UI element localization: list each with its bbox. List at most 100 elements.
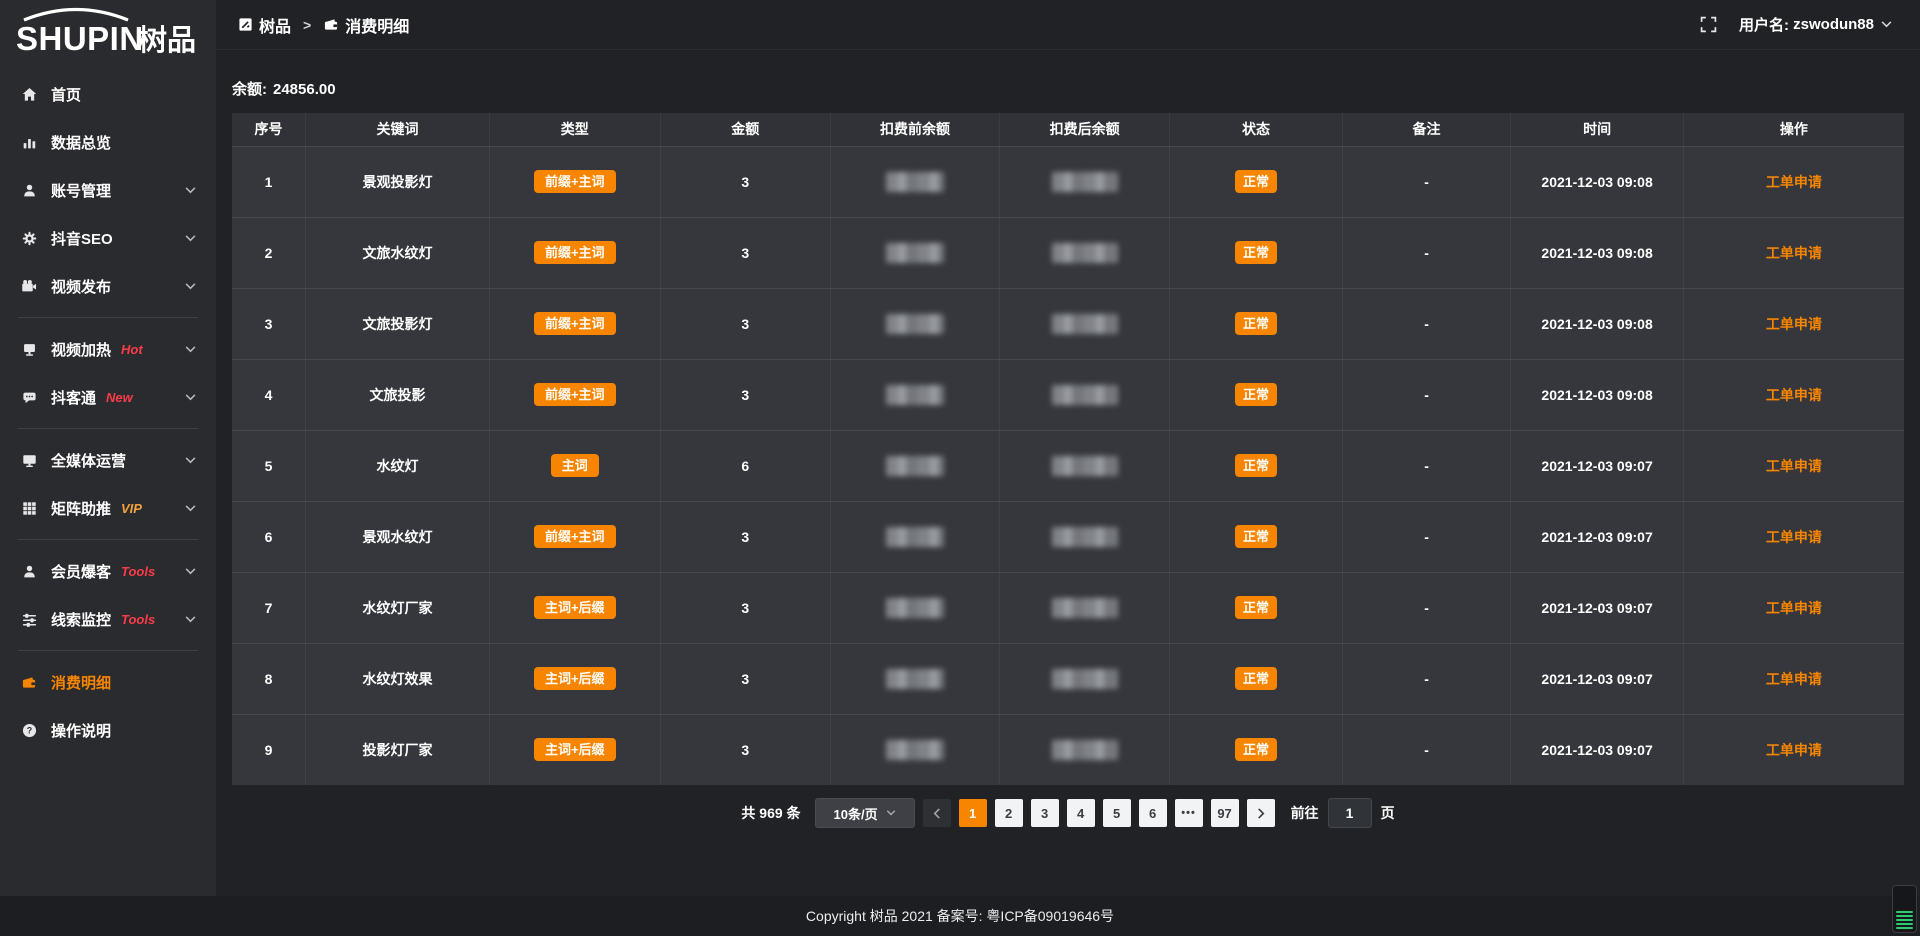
sidebar-item-home[interactable]: 首页 — [0, 70, 216, 118]
username-value: zswodun88 — [1793, 16, 1874, 33]
balance-label: 余额: — [232, 81, 267, 98]
type-badge: 主词 — [551, 454, 599, 477]
sidebar-item-label: 操作说明 — [51, 720, 111, 741]
cell-keyword: 文旅投影 — [306, 359, 490, 430]
cell-index: 7 — [232, 572, 306, 643]
cell-status: 正常 — [1170, 359, 1342, 430]
sidebar-item-account-manage[interactable]: 账号管理 — [0, 166, 216, 214]
work-order-link[interactable]: 工单申请 — [1766, 600, 1822, 616]
cell-action: 工单申请 — [1683, 430, 1904, 501]
table-row: 5水纹灯主词6正常-2021-12-03 09:07工单申请 — [232, 430, 1904, 501]
pager-next-button[interactable] — [1247, 799, 1275, 827]
cell-status: 正常 — [1170, 146, 1342, 217]
pager-prev-button[interactable] — [923, 799, 951, 827]
column-header: 关键词 — [306, 113, 490, 146]
redacted-value — [886, 598, 944, 618]
logo[interactable]: SHUPIN 树品 — [0, 0, 216, 64]
sidebar-item-tag: VIP — [121, 501, 142, 516]
user-menu[interactable]: 用户名: zswodun88 — [1739, 14, 1892, 35]
pager-page-97[interactable]: 97 — [1211, 799, 1239, 827]
pager-page-4[interactable]: 4 — [1067, 799, 1095, 827]
status-badge: 正常 — [1235, 525, 1277, 548]
cell-amount: 3 — [660, 217, 831, 288]
pager-page-3[interactable]: 3 — [1031, 799, 1059, 827]
pager-page-1[interactable]: 1 — [959, 799, 987, 827]
cell-status: 正常 — [1170, 714, 1342, 785]
sidebar-item-label: 账号管理 — [51, 180, 111, 201]
table-row: 4文旅投影前缀+主词3正常-2021-12-03 09:08工单申请 — [232, 359, 1904, 430]
cell-type: 前缀+主词 — [489, 217, 660, 288]
redacted-value — [886, 243, 944, 263]
page-size-select[interactable]: 10条/页 — [815, 798, 915, 828]
sidebar-item-tag: Hot — [121, 342, 143, 357]
work-order-link[interactable]: 工单申请 — [1766, 174, 1822, 190]
sidebar-item-label: 数据总览 — [51, 132, 111, 153]
cell-remark: - — [1342, 146, 1511, 217]
cell-action: 工单申请 — [1683, 288, 1904, 359]
sidebar-item-clue-monitor[interactable]: 线索监控Tools — [0, 595, 216, 643]
sidebar-item-media-operation[interactable]: 全媒体运营 — [0, 436, 216, 484]
cell-balance-before — [831, 430, 1000, 501]
sidebar-item-consume-detail[interactable]: 消费明细 — [0, 658, 216, 706]
pager-more-button[interactable]: ••• — [1175, 799, 1203, 827]
breadcrumb-label: 树品 — [259, 13, 291, 37]
sidebar-item-video-publish[interactable]: 视频发布 — [0, 262, 216, 310]
sidebar-item-data-overview[interactable]: 数据总览 — [0, 118, 216, 166]
work-order-link[interactable]: 工单申请 — [1766, 458, 1822, 474]
column-header: 备注 — [1342, 113, 1511, 146]
fullscreen-icon[interactable] — [1700, 16, 1717, 33]
cell-time: 2021-12-03 09:08 — [1511, 146, 1683, 217]
pager-page-6[interactable]: 6 — [1139, 799, 1167, 827]
sidebar-item-douketong[interactable]: 抖客通New — [0, 373, 216, 421]
cell-remark: - — [1342, 501, 1511, 572]
sidebar-item-douyin-seo[interactable]: 抖音SEO — [0, 214, 216, 262]
chevron-down-icon — [185, 616, 196, 623]
sidebar-item-help[interactable]: ?操作说明 — [0, 706, 216, 754]
cell-index: 4 — [232, 359, 306, 430]
work-order-link[interactable]: 工单申请 — [1766, 245, 1822, 261]
redacted-value — [1052, 172, 1118, 192]
jump-page-input[interactable] — [1328, 798, 1372, 828]
cell-time: 2021-12-03 09:07 — [1511, 643, 1683, 714]
browser-extension-widget[interactable] — [1892, 885, 1917, 933]
status-badge: 正常 — [1235, 667, 1277, 690]
cell-balance-before — [831, 288, 1000, 359]
sidebar-item-matrix-boost[interactable]: 矩阵助推VIP — [0, 484, 216, 532]
cell-remark: - — [1342, 714, 1511, 785]
work-order-link[interactable]: 工单申请 — [1766, 671, 1822, 687]
redacted-value — [886, 385, 944, 405]
sidebar-item-member-baoke[interactable]: 会员爆客Tools — [0, 547, 216, 595]
work-order-link[interactable]: 工单申请 — [1766, 742, 1822, 758]
sidebar-item-label: 会员爆客 — [51, 561, 111, 582]
cell-status: 正常 — [1170, 217, 1342, 288]
sidebar-item-label: 消费明细 — [51, 672, 111, 693]
cell-remark: - — [1342, 217, 1511, 288]
work-order-link[interactable]: 工单申请 — [1766, 316, 1822, 332]
breadcrumb-item-consume[interactable]: 消费明细 — [323, 13, 409, 37]
work-order-link[interactable]: 工单申请 — [1766, 529, 1822, 545]
breadcrumb-item-shupin[interactable]: 树品 — [238, 13, 291, 37]
cell-index: 3 — [232, 288, 306, 359]
cell-action: 工单申请 — [1683, 146, 1904, 217]
status-badge: 正常 — [1235, 454, 1277, 477]
topbar: 树品 > 消费明细 用户名: zswodun88 — [216, 0, 1920, 50]
pager-page-5[interactable]: 5 — [1103, 799, 1131, 827]
chevron-down-icon — [886, 810, 896, 816]
work-order-link[interactable]: 工单申请 — [1766, 387, 1822, 403]
redacted-value — [1052, 669, 1118, 689]
pager-page-2[interactable]: 2 — [995, 799, 1023, 827]
cell-type: 前缀+主词 — [489, 501, 660, 572]
cell-type: 主词+后缀 — [489, 714, 660, 785]
cell-time: 2021-12-03 09:07 — [1511, 714, 1683, 785]
chevron-down-icon — [185, 394, 196, 401]
cell-amount: 3 — [660, 714, 831, 785]
pager-jump: 前往 页 — [1291, 798, 1395, 828]
redacted-value — [1052, 598, 1118, 618]
table-row: 2文旅水纹灯前缀+主词3正常-2021-12-03 09:08工单申请 — [232, 217, 1904, 288]
sidebar-divider — [18, 428, 198, 429]
balance-value: 24856.00 — [273, 81, 336, 98]
svg-text:SHUPIN: SHUPIN — [16, 20, 144, 57]
sidebar-item-video-heat[interactable]: 视频加热Hot — [0, 325, 216, 373]
copyright-text: Copyright 树品 2021 备案号: 粤ICP备09019646号 — [806, 906, 1114, 926]
type-badge: 前缀+主词 — [534, 383, 616, 406]
